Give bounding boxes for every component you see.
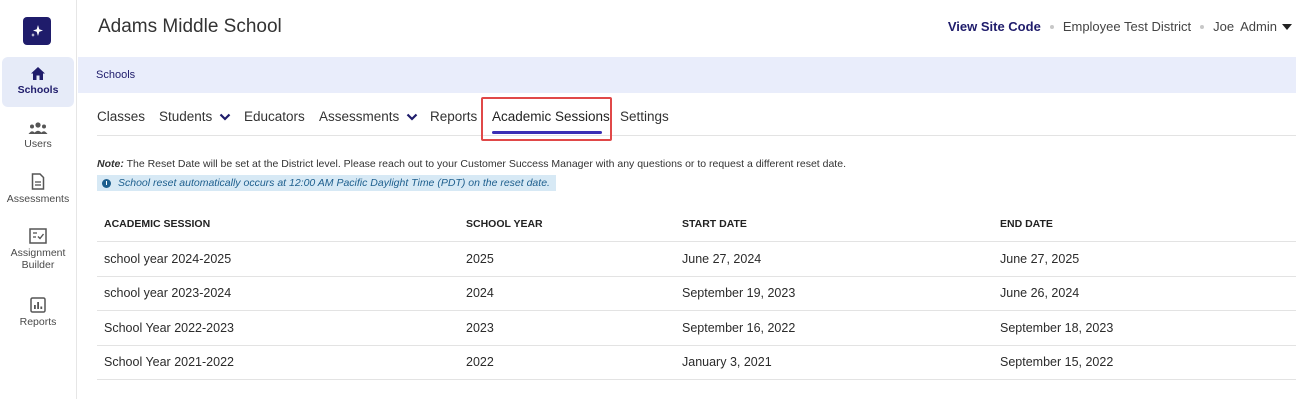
tab-classes[interactable]: Classes xyxy=(97,109,145,124)
school-year-cell: 2022 xyxy=(466,355,494,370)
separator-dot xyxy=(1200,24,1205,29)
info-text: School reset automatically occurs at 12:… xyxy=(118,177,550,189)
tab-bar: Classes Students Educators Assessments R… xyxy=(97,100,1296,136)
info-icon xyxy=(102,178,111,188)
academic-sessions-table: ACADEMIC SESSION SCHOOL YEAR START DATE … xyxy=(97,207,1296,380)
breadcrumb: Schools xyxy=(78,57,1296,93)
tab-label: Educators xyxy=(244,109,305,124)
tab-label: Classes xyxy=(97,109,146,124)
user-menu[interactable]: Joe Admin xyxy=(1213,19,1292,34)
bar-chart-icon xyxy=(30,297,46,313)
session-name-cell: school year 2023-2024 xyxy=(104,286,232,301)
chevron-down-icon xyxy=(220,113,231,121)
sidebar: Schools Users Assessments Assignment Bui… xyxy=(0,0,77,399)
table-row[interactable]: School Year 2022-2023 2023 September 16,… xyxy=(97,311,1296,346)
users-icon xyxy=(28,122,48,134)
sidebar-item-label: Schools xyxy=(17,84,59,96)
chevron-down-icon xyxy=(407,113,418,121)
start-date-cell: September 16, 2022 xyxy=(682,320,796,335)
tab-label: Students xyxy=(159,109,213,124)
table-row[interactable]: school year 2024-2025 2025 June 27, 2024… xyxy=(97,242,1296,277)
column-header: START DATE xyxy=(682,218,747,230)
tab-reports[interactable]: Reports xyxy=(430,109,477,124)
sidebar-item-label: Reports xyxy=(19,316,57,328)
tab-label: Assessments xyxy=(319,109,400,124)
sidebar-item-reports[interactable]: Reports xyxy=(2,297,74,328)
end-date-cell: June 26, 2024 xyxy=(1000,286,1080,301)
sidebar-item-users[interactable]: Users xyxy=(2,121,74,150)
session-name-cell: school year 2024-2025 xyxy=(104,251,232,266)
school-year-cell: 2025 xyxy=(466,251,494,266)
sidebar-item-label: Assignment Builder xyxy=(10,247,66,271)
end-date-cell: June 27, 2025 xyxy=(1000,251,1080,266)
view-site-code-link[interactable]: View Site Code xyxy=(948,19,1041,34)
session-name-cell: School Year 2022-2023 xyxy=(104,320,234,335)
reset-note: Note: The Reset Date will be set at the … xyxy=(97,158,846,170)
school-year-cell: 2024 xyxy=(466,286,494,301)
home-icon xyxy=(31,67,45,80)
end-date-cell: September 15, 2022 xyxy=(1000,355,1114,370)
tab-settings[interactable]: Settings xyxy=(620,109,669,124)
column-header: END DATE xyxy=(1000,218,1053,230)
sparkle-logo-icon[interactable] xyxy=(23,17,51,45)
sidebar-item-assessments[interactable]: Assessments xyxy=(2,173,74,205)
page-title: Adams Middle School xyxy=(98,16,282,37)
start-date-cell: January 3, 2021 xyxy=(682,355,772,370)
sidebar-item-label: Users xyxy=(24,138,52,150)
breadcrumb-schools[interactable]: Schools xyxy=(96,69,135,81)
column-header: ACADEMIC SESSION xyxy=(104,218,211,230)
header-actions: View Site Code Employee Test District Jo… xyxy=(948,19,1292,34)
separator-dot xyxy=(1049,24,1054,29)
table-row[interactable]: school year 2023-2024 2024 September 19,… xyxy=(97,277,1296,311)
sidebar-item-label: Assessments xyxy=(6,193,70,205)
tab-label: Settings xyxy=(620,109,669,124)
start-date-cell: June 27, 2024 xyxy=(682,251,762,266)
school-year-cell: 2023 xyxy=(466,320,494,335)
table-header: ACADEMIC SESSION SCHOOL YEAR START DATE … xyxy=(97,207,1296,242)
info-banner: School reset automatically occurs at 12:… xyxy=(97,175,556,191)
tab-label: Reports xyxy=(430,109,478,124)
column-header: SCHOOL YEAR xyxy=(466,218,543,230)
caret-down-icon xyxy=(1282,23,1292,30)
sidebar-item-schools[interactable]: Schools xyxy=(2,57,74,107)
document-icon xyxy=(31,173,45,190)
checklist-icon xyxy=(29,228,47,244)
tab-students[interactable]: Students xyxy=(159,109,231,124)
table-row[interactable]: School Year 2021-2022 2022 January 3, 20… xyxy=(97,346,1296,380)
user-last-name: Admin xyxy=(1240,19,1277,34)
sidebar-item-assignment-builder[interactable]: Assignment Builder xyxy=(2,228,74,271)
district-name: Employee Test District xyxy=(1062,19,1192,34)
end-date-cell: September 18, 2023 xyxy=(1000,320,1114,335)
user-first-name: Joe xyxy=(1213,19,1235,34)
highlight-annotation xyxy=(481,97,612,141)
note-prefix: Note: xyxy=(97,158,124,170)
session-name-cell: School Year 2021-2022 xyxy=(104,355,234,370)
tab-assessments[interactable]: Assessments xyxy=(319,109,418,124)
note-text: The Reset Date will be set at the Distri… xyxy=(123,158,846,170)
tab-educators[interactable]: Educators xyxy=(244,109,305,124)
start-date-cell: September 19, 2023 xyxy=(682,286,796,301)
